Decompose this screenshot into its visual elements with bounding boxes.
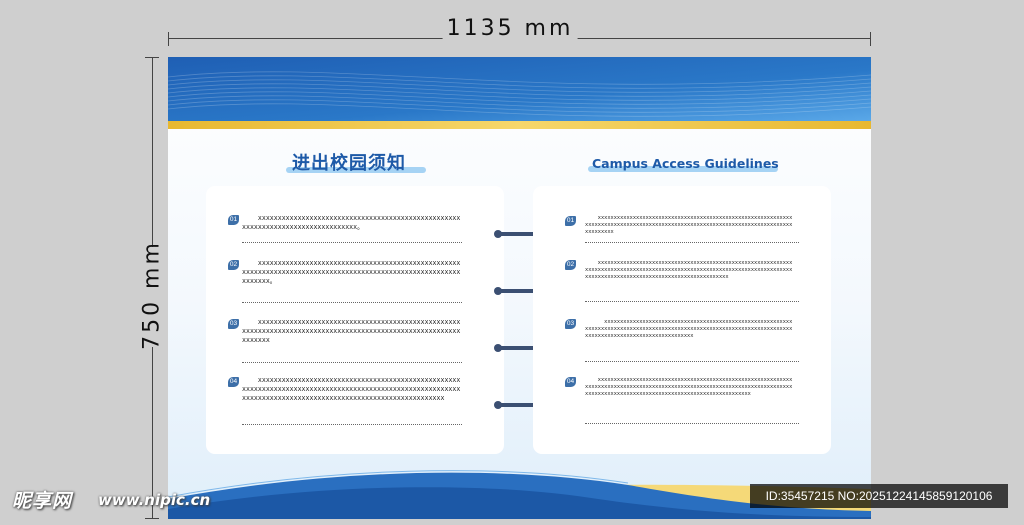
notice-board: 进出校园须知 Campus Access Guidelines 01 xxxxx… (168, 57, 871, 519)
number-badge: 03 (228, 319, 239, 329)
gold-stripe (168, 121, 871, 129)
number-badge: 02 (565, 260, 576, 270)
separator (242, 302, 462, 303)
separator (585, 361, 799, 362)
item-text: xxxxxxxxxxxxxxxxxxxxxxxxxxxxxxxxxxxxxxxx… (585, 377, 793, 397)
watermark-url: www.nipic.cn (98, 491, 211, 509)
width-dimension: 1135 mm (168, 16, 871, 46)
separator (242, 424, 462, 425)
title-zh: 进出校园须知 (292, 153, 406, 174)
width-dimension-tick-right (870, 32, 871, 46)
number-badge: 01 (228, 215, 239, 225)
item-text: xxxxxxxxxxxxxxxxxxxxxxxxxxxxxxxxxxxxxxxx… (242, 214, 461, 231)
number-badge: 04 (228, 377, 239, 387)
item-text: xxxxxxxxxxxxxxxxxxxxxxxxxxxxxxxxxxxxxxxx… (242, 376, 461, 402)
item-text: xxxxxxxxxxxxxxxxxxxxxxxxxxxxxxxxxxxxxxxx… (585, 319, 793, 339)
right-panel: 01 xxxxxxxxxxxxxxxxxxxxxxxxxxxxxxxxxxxxx… (533, 186, 831, 454)
separator (585, 423, 799, 424)
number-badge: 02 (228, 260, 239, 270)
watermark-logo: 昵享网 (12, 490, 73, 512)
number-badge: 03 (565, 319, 576, 329)
left-panel: 01 xxxxxxxxxxxxxxxxxxxxxxxxxxxxxxxxxxxxx… (206, 186, 504, 454)
width-dimension-label: 1135 mm (442, 16, 578, 41)
height-dimension-label: 750 mm (139, 240, 165, 350)
number-badge: 04 (565, 377, 576, 387)
separator (585, 301, 799, 302)
item-text: xxxxxxxxxxxxxxxxxxxxxxxxxxxxxxxxxxxxxxxx… (242, 259, 461, 285)
top-wave-banner (168, 57, 871, 121)
watermark-id: ID:35457215 NO:20251224145859120106 (750, 484, 1008, 508)
height-dimension-tick-bottom (145, 518, 159, 519)
item-text: xxxxxxxxxxxxxxxxxxxxxxxxxxxxxxxxxxxxxxxx… (242, 318, 461, 344)
width-dimension-tick-left (168, 32, 169, 46)
separator (242, 242, 462, 243)
height-dimension-tick-top (145, 57, 159, 58)
separator (585, 242, 799, 243)
title-en: Campus Access Guidelines (592, 156, 779, 171)
number-badge: 01 (565, 216, 576, 226)
height-dimension: 750 mm (126, 57, 178, 519)
separator (242, 362, 462, 363)
item-text: xxxxxxxxxxxxxxxxxxxxxxxxxxxxxxxxxxxxxxxx… (585, 260, 793, 280)
item-text: xxxxxxxxxxxxxxxxxxxxxxxxxxxxxxxxxxxxxxxx… (585, 215, 793, 235)
